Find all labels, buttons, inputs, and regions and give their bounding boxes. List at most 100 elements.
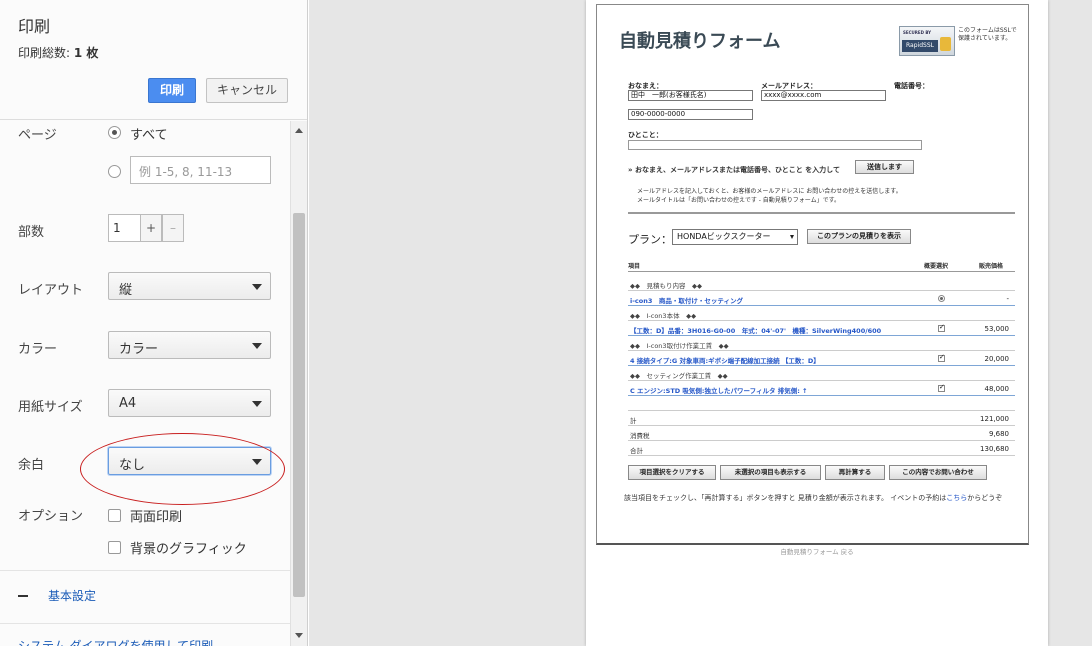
chevron-down-icon — [790, 235, 794, 239]
estimate-form: 自動見積りフォーム SECURED BY RapidSSL このフォームはSSL… — [596, 4, 1029, 545]
options-label: オプション — [18, 509, 84, 524]
total-value: 1 枚 — [73, 46, 99, 60]
margin-select[interactable]: なし — [108, 447, 271, 475]
show-plan-estimate-button[interactable]: このプランの見積りを表示 — [807, 229, 911, 244]
scroll-thumb[interactable] — [293, 213, 305, 597]
dialog-title: 印刷 — [18, 17, 51, 36]
phone-label: 電話番号： — [894, 82, 929, 90]
color-select[interactable]: カラー — [108, 331, 271, 359]
margin-label: 余白 — [18, 458, 45, 473]
pages-all-radio[interactable] — [108, 126, 121, 139]
show-unselected-button[interactable]: 未選択の項目も表示する — [720, 465, 821, 480]
divider — [0, 623, 290, 624]
preview-page: 自動見積りフォーム SECURED BY RapidSSL このフォームはSSL… — [586, 0, 1048, 646]
scroll-down-icon[interactable] — [295, 633, 303, 638]
total-label: 印刷総数: — [18, 46, 74, 60]
total-price: 9,680 — [988, 430, 1009, 438]
row-price: 20,000 — [984, 355, 1010, 363]
settings-list: ページ すべて 例 1-5, 8, 11-13 部数 1 + – レイアウト 縦… — [0, 121, 290, 646]
total-row: 合計 130,680 — [628, 441, 1015, 456]
row-name: ◆◆ I-con3本体 ◆◆ — [630, 312, 697, 320]
clear-selection-button[interactable]: 項目選択をクリアする — [628, 465, 716, 480]
section-row: ◆◆ I-con3本体 ◆◆ — [628, 306, 1015, 321]
background-graphics-label: 背景のグラフィック — [130, 542, 247, 557]
collapse-icon[interactable] — [18, 595, 28, 597]
plan-select[interactable]: HONDAビックスクーター — [672, 229, 798, 245]
margin-value: なし — [119, 458, 146, 473]
phone-field[interactable]: 090-0000-0000 — [628, 109, 753, 120]
table-row: i-con3 商品・取付け・セッティング - — [628, 291, 1015, 306]
comment-field[interactable] — [628, 140, 922, 150]
ssl-top-text: SECURED BY — [903, 30, 932, 35]
layout-value: 縦 — [119, 283, 133, 298]
settings-scrollbar[interactable] — [290, 121, 307, 646]
background-graphics-checkbox[interactable] — [108, 541, 121, 554]
ssl-note: このフォームはSSLで保護されています。 — [958, 27, 1017, 42]
footer-tail: からどうぞ — [967, 494, 1003, 502]
divider — [628, 271, 1015, 272]
column-header-select: 概要選択 — [924, 263, 949, 270]
divider — [0, 570, 290, 571]
inquiry-button[interactable]: この内容でお問い合わせ — [889, 465, 987, 480]
total-price: 121,000 — [980, 415, 1009, 423]
table-row: 【工数：D】品番：3H016-G0-00 年式：04'-07' 機種：Silve… — [628, 321, 1015, 336]
divider — [628, 212, 1015, 214]
table-row: C エンジン:STD 吸気側:独立したパワーフィルタ 排気側: ↑ 48,000 — [628, 381, 1015, 396]
paper-size-value: A4 — [119, 396, 137, 411]
cancel-button[interactable]: キャンセル — [206, 78, 288, 103]
chevron-down-icon — [252, 459, 262, 465]
pages-label: ページ — [18, 128, 57, 143]
row-price: - — [1006, 295, 1009, 303]
plan-label: プラン： — [628, 233, 672, 246]
copies-label: 部数 — [18, 225, 45, 240]
send-button[interactable]: 送信します — [855, 160, 914, 174]
section-row: ◆◆ 見積もり内容 ◆◆ — [628, 276, 1015, 291]
duplex-label: 両面印刷 — [130, 510, 183, 525]
copies-input[interactable]: 1 — [108, 214, 140, 242]
row-price: 53,000 — [984, 325, 1010, 333]
ssl-name-text: RapidSSL — [902, 40, 938, 52]
duplex-checkbox[interactable] — [108, 509, 121, 522]
color-value: カラー — [119, 342, 159, 357]
column-header-item: 項目 — [628, 263, 641, 270]
pages-all-label: すべて — [130, 128, 168, 143]
footer-text: 該当項目をチェックし、「再計算する」ボタンを押すと 見積り金額が表示されます。 … — [624, 494, 947, 502]
system-dialog-link[interactable]: システム ダイアログを使用して印刷... — [18, 637, 225, 646]
paper-size-select[interactable]: A4 — [108, 389, 271, 417]
total-pages: 印刷総数: 1 枚 — [18, 44, 98, 61]
pages-range-input[interactable]: 例 1-5, 8, 11-13 — [130, 156, 271, 184]
lock-icon — [940, 37, 951, 51]
comment-label: ひとこと： — [628, 131, 663, 139]
name-field[interactable]: 田中 一郎(お客様氏名) — [628, 90, 753, 101]
section-row: ◆◆ I-con3取付け作業工賃 ◆◆ — [628, 336, 1015, 351]
email-field[interactable]: xxxx@xxxx.com — [761, 90, 886, 101]
copies-decrement-button[interactable]: – — [162, 214, 184, 242]
row-name: 4 接続タイプ:G 対象車両:ギボシ端子配線加工接続 【工数：D】 — [630, 357, 820, 365]
chevron-down-icon — [252, 401, 262, 407]
copies-increment-button[interactable]: + — [140, 214, 162, 242]
page-footer: 自動見積りフォーム 戻る — [780, 548, 854, 556]
row-checkbox[interactable] — [938, 383, 945, 392]
total-row: 計 121,000 — [628, 411, 1015, 426]
recalculate-button[interactable]: 再計算する — [825, 465, 885, 480]
event-reservation-link[interactable]: こちら — [946, 494, 967, 502]
basic-settings-link[interactable]: 基本設定 — [48, 587, 96, 604]
print-button[interactable]: 印刷 — [148, 78, 196, 103]
row-name: ◆◆ セッティング作業工賃 ◆◆ — [630, 372, 728, 380]
layout-select[interactable]: 縦 — [108, 272, 271, 300]
row-checkbox[interactable] — [938, 323, 945, 332]
plan-value: HONDAビックスクーター — [677, 232, 771, 241]
ssl-badge: SECURED BY RapidSSL — [899, 26, 955, 56]
pages-range-radio[interactable] — [108, 165, 121, 178]
total-row: 消費税 9,680 — [628, 426, 1015, 441]
section-row: ◆◆ セッティング作業工賃 ◆◆ — [628, 366, 1015, 381]
paper-size-label: 用紙サイズ — [18, 400, 83, 415]
row-radio[interactable] — [938, 295, 945, 302]
row-name: ◆◆ 見積もり内容 ◆◆ — [630, 282, 702, 290]
table-row: 4 接続タイプ:G 対象車両:ギボシ端子配線加工接続 【工数：D】 20,000 — [628, 351, 1015, 366]
row-checkbox[interactable] — [938, 353, 945, 362]
scroll-up-icon[interactable] — [295, 128, 303, 133]
row-price: 48,000 — [984, 385, 1010, 393]
print-settings-panel: 印刷 印刷総数: 1 枚 印刷 キャンセル ページ すべて 例 1-5, 8, … — [0, 0, 308, 646]
form-title: 自動見積りフォーム — [619, 31, 781, 52]
